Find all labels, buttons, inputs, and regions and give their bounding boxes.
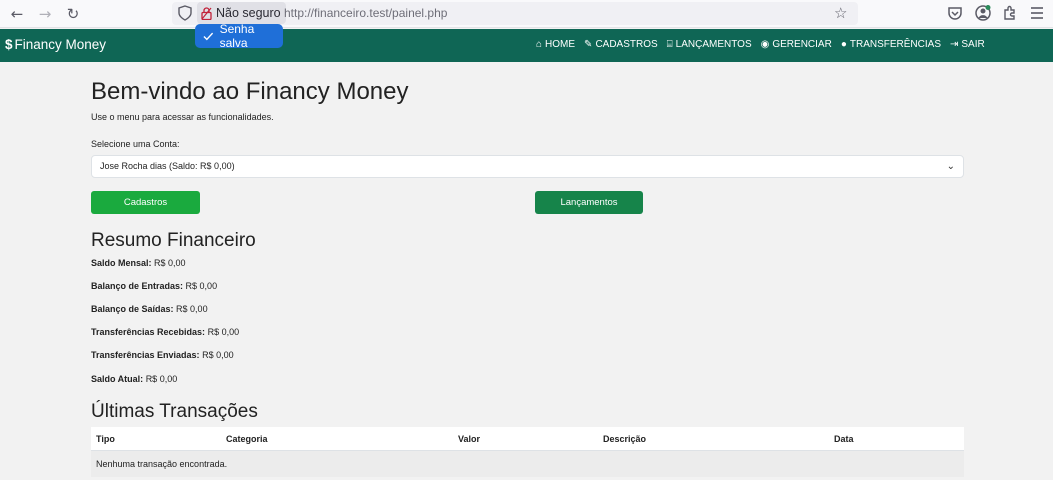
- check-icon: [203, 32, 214, 40]
- lancamentos-button[interactable]: Lançamentos: [535, 191, 643, 214]
- stat-saldo-atual: Saldo Atual: R$ 0,00: [91, 374, 177, 384]
- column-header: Data: [834, 434, 854, 444]
- dollar-icon: $: [5, 37, 13, 52]
- lock-warning-icon: [201, 6, 212, 20]
- url-text[interactable]: http://financeiro.test/painel.php: [284, 6, 447, 20]
- stat-value: R$ 0,00: [207, 327, 240, 337]
- nav-item-cadastros[interactable]: ✎ CADASTROS: [584, 39, 658, 50]
- edit-icon: ✎: [584, 39, 593, 50]
- stat-label: Saldo Mensal:: [91, 258, 152, 268]
- column-header: Descrição: [603, 434, 647, 444]
- stat-value: R$ 0,00: [176, 304, 208, 314]
- brand-name: Financy Money: [14, 37, 107, 52]
- stat-transf-recebidas: Transferências Recebidas: R$ 0,00: [91, 327, 239, 337]
- account-icon[interactable]: [974, 4, 992, 22]
- table-header: Tipo Categoria Valor Descrição Data: [91, 427, 964, 451]
- column-header: Categoria: [226, 434, 268, 444]
- comment-icon: ●: [840, 39, 847, 50]
- home-icon: ⌂: [536, 39, 543, 50]
- nav-item-sair[interactable]: ⇥ SAIR: [950, 39, 985, 50]
- app-navbar: $ Financy Money ⌂ HOME ✎ CADASTROS ⌸ LANÇAM…: [0, 29, 1053, 62]
- extensions-icon[interactable]: [1001, 4, 1019, 22]
- reload-icon[interactable]: ↻: [63, 4, 83, 24]
- nav-item-label: TRANSFERÊNCIAS: [849, 39, 941, 50]
- stat-saldo-mensal: Saldo Mensal: R$ 0,00: [91, 258, 186, 268]
- empty-message: Nenhuma transação encontrada.: [96, 459, 228, 469]
- signout-icon: ⇥: [949, 39, 959, 50]
- nav-item-label: HOME: [545, 39, 576, 50]
- stat-label: Saldo Atual:: [91, 374, 144, 384]
- account-select[interactable]: Jose Rocha dias (Saldo: R$ 0,00) ⌄: [91, 155, 964, 178]
- stat-value: R$ 0,00: [185, 281, 218, 291]
- menu-icon[interactable]: [1028, 4, 1046, 22]
- password-saved-tooltip: Senha salva: [195, 22, 283, 50]
- nav-menu: ⌂ HOME ✎ CADASTROS ⌸ LANÇAMENTOS ◉ GERENCIAR…: [536, 39, 985, 50]
- stat-label: Balanço de Entradas:: [91, 281, 184, 291]
- resumo-title: Resumo Financeiro: [91, 230, 256, 251]
- nav-item-transferencias[interactable]: ● TRANSFERÊNCIAS: [841, 39, 941, 50]
- account-select-label: Selecione uma Conta:: [91, 139, 180, 149]
- nav-item-gerenciar[interactable]: ◉ GERENCIAR: [761, 39, 832, 50]
- stat-value: R$ 0,00: [202, 350, 234, 360]
- column-header: Tipo: [96, 434, 115, 444]
- nav-item-home[interactable]: ⌂ HOME: [536, 39, 575, 50]
- nav-item-label: SAIR: [961, 39, 985, 50]
- star-icon[interactable]: ☆: [834, 4, 847, 22]
- back-icon[interactable]: ←: [7, 4, 27, 24]
- nav-item-lancamentos[interactable]: ⌸ LANÇAMENTOS: [667, 39, 752, 50]
- nav-item-label: LANÇAMENTOS: [675, 39, 752, 50]
- stat-value: R$ 0,00: [145, 374, 178, 384]
- security-label: Não seguro: [216, 6, 281, 20]
- column-header: Valor: [458, 434, 481, 444]
- page-subtitle: Use o menu para acessar as funcionalidad…: [91, 112, 274, 122]
- stat-entradas: Balanço de Entradas: R$ 0,00: [91, 281, 217, 291]
- stat-label: Transferências Enviadas:: [91, 350, 200, 360]
- shield-icon[interactable]: [178, 5, 192, 21]
- stat-value: R$ 0,00: [154, 258, 186, 268]
- stat-label: Transferências Recebidas:: [91, 327, 206, 337]
- forward-icon[interactable]: →: [35, 4, 55, 24]
- browser-toolbar: ← → ↻ Não seguro http://financeiro.test/…: [0, 0, 1053, 28]
- stat-label: Balanço de Saídas:: [91, 304, 174, 314]
- security-indicator[interactable]: Não seguro: [197, 2, 286, 24]
- eye-icon: ◉: [760, 39, 770, 50]
- cadastros-button[interactable]: Cadastros: [91, 191, 200, 214]
- stat-transf-enviadas: Transferências Enviadas: R$ 0,00: [91, 350, 234, 360]
- transactions-table: Tipo Categoria Valor Descrição Data Nenh…: [91, 427, 964, 477]
- page-title: Bem-vindo ao Financy Money: [91, 78, 409, 105]
- account-select-value: Jose Rocha dias (Saldo: R$ 0,00): [100, 161, 235, 171]
- stat-saidas: Balanço de Saídas: R$ 0,00: [91, 304, 208, 314]
- transacoes-title: Últimas Transações: [91, 401, 258, 422]
- nav-item-label: CADASTROS: [595, 39, 658, 50]
- pocket-icon[interactable]: [946, 4, 964, 22]
- tooltip-text: Senha salva: [219, 22, 255, 50]
- chevron-down-icon: ⌄: [946, 161, 955, 172]
- brand[interactable]: $ Financy Money: [5, 37, 106, 52]
- nav-item-label: GERENCIAR: [772, 39, 832, 50]
- bank-icon: ⌸: [666, 39, 673, 50]
- table-row: Nenhuma transação encontrada.: [91, 451, 964, 477]
